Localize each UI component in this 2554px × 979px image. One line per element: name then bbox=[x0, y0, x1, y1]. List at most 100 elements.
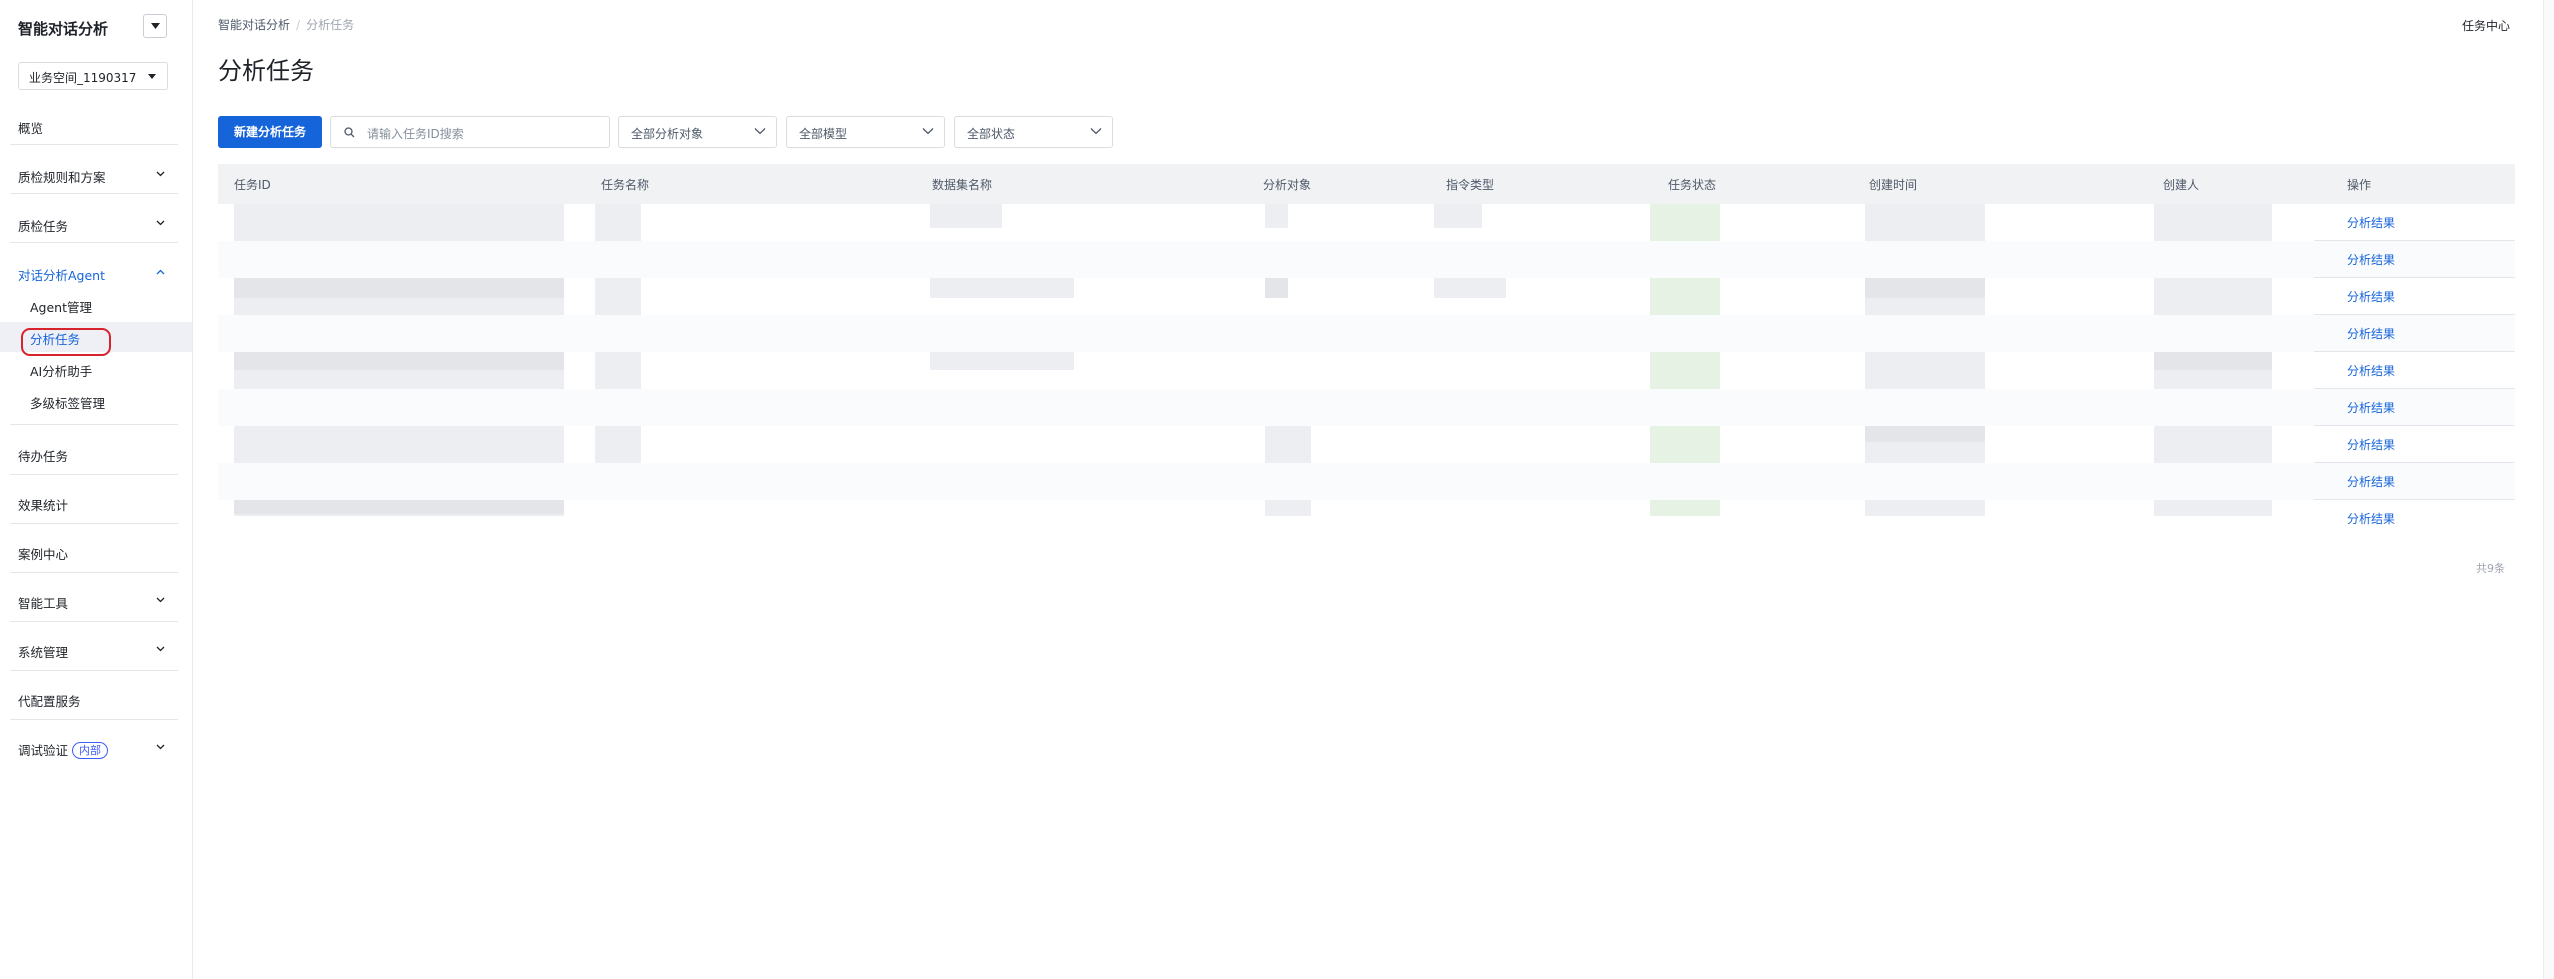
sidebar-divider bbox=[10, 424, 178, 425]
highlight-ring bbox=[21, 328, 111, 356]
sidebar-item-config-service[interactable]: 代配置服务 bbox=[0, 683, 192, 715]
table-row: 分析结果 bbox=[218, 278, 2515, 315]
sidebar-item-system[interactable]: 系统管理 bbox=[0, 634, 192, 666]
workspace-label: 业务空间_1190317 bbox=[29, 71, 137, 85]
sidebar-item-label: AI分析助手 bbox=[30, 364, 93, 379]
column-header: 操作 bbox=[2347, 178, 2372, 192]
analysis-result-link[interactable]: 分析结果 bbox=[2347, 473, 2395, 490]
model-value: 全部模型 bbox=[799, 127, 848, 141]
column-header: 任务ID bbox=[234, 178, 271, 192]
page-title: 分析任务 bbox=[218, 57, 314, 85]
sidebar-item-debug[interactable]: 调试验证 内部 bbox=[0, 732, 192, 764]
sidebar-item-todo[interactable]: 待办任务 bbox=[0, 438, 192, 470]
table-row: 分析结果 bbox=[218, 426, 2515, 463]
chevron-down-icon bbox=[754, 128, 766, 135]
sidebar-item-label: 系统管理 bbox=[18, 645, 69, 660]
analysis-result-link[interactable]: 分析结果 bbox=[2347, 399, 2395, 416]
analysis-result-link[interactable]: 分析结果 bbox=[2347, 288, 2395, 305]
sidebar-item-label: 多级标签管理 bbox=[30, 396, 106, 411]
chevron-up-icon bbox=[156, 269, 165, 275]
internal-badge: 内部 bbox=[72, 742, 109, 759]
sidebar-item-label-wrap: 调试验证 内部 bbox=[18, 740, 109, 759]
sidebar-item-label: 代配置服务 bbox=[18, 694, 81, 709]
app-title: 智能对话分析 bbox=[18, 20, 109, 38]
sidebar-divider bbox=[10, 242, 178, 243]
sidebar-item-label: 待办任务 bbox=[18, 449, 69, 464]
sidebar-divider bbox=[10, 523, 178, 524]
chevron-down-icon bbox=[156, 171, 165, 177]
sidebar-item-agent[interactable]: 对话分析Agent bbox=[0, 257, 192, 289]
analysis-result-link[interactable]: 分析结果 bbox=[2347, 436, 2395, 453]
column-header: 数据集名称 bbox=[932, 178, 993, 192]
sidebar-item-stats[interactable]: 效果统计 bbox=[0, 487, 192, 519]
column-header: 任务名称 bbox=[601, 178, 650, 192]
search-input[interactable]: 请输入任务ID搜索 bbox=[330, 116, 610, 148]
chevron-down-icon bbox=[156, 744, 165, 750]
sidebar-item-agent-management[interactable]: Agent管理 bbox=[0, 290, 192, 320]
breadcrumb-current: 分析任务 bbox=[306, 18, 355, 32]
breadcrumb-root[interactable]: 智能对话分析 bbox=[218, 18, 290, 32]
sidebar-item-label: 概览 bbox=[18, 121, 44, 136]
column-header: 创建时间 bbox=[1869, 178, 1918, 192]
search-icon bbox=[344, 127, 355, 138]
sidebar-item-label: 对话分析Agent bbox=[18, 268, 105, 283]
app-root: 智能对话分析 业务空间_1190317 概览 质检规则和方案 质检任务 对话分析… bbox=[0, 0, 2554, 979]
sidebar-item-label: 效果统计 bbox=[18, 498, 69, 513]
analysis-result-link[interactable]: 分析结果 bbox=[2347, 325, 2395, 342]
column-header: 指令类型 bbox=[1446, 178, 1495, 192]
table-row: 分析结果 bbox=[218, 315, 2515, 352]
sidebar-divider bbox=[10, 193, 178, 194]
table-row: 分析结果 bbox=[218, 500, 2515, 537]
status-select[interactable]: 全部状态 bbox=[954, 116, 1113, 148]
sidebar-item-label: 智能工具 bbox=[18, 596, 69, 611]
chevron-down-icon bbox=[156, 646, 165, 652]
sidebar-divider bbox=[10, 621, 178, 622]
column-header: 分析对象 bbox=[1263, 178, 1312, 192]
sidebar-item-smart-tools[interactable]: 智能工具 bbox=[0, 585, 192, 617]
sidebar-item-label: Agent管理 bbox=[30, 300, 92, 315]
analysis-result-link[interactable]: 分析结果 bbox=[2347, 214, 2395, 231]
sidebar-item-ai-assistant[interactable]: AI分析助手 bbox=[0, 354, 192, 384]
model-select[interactable]: 全部模型 bbox=[786, 116, 945, 148]
sidebar-item-overview[interactable]: 概览 bbox=[0, 110, 192, 142]
table-row: 分析结果 bbox=[218, 204, 2515, 241]
breadcrumb: 智能对话分析 / 分析任务 bbox=[218, 16, 354, 33]
new-analysis-task-button[interactable]: 新建分析任务 bbox=[218, 116, 322, 148]
sidebar-collapse-button[interactable] bbox=[143, 14, 167, 38]
sidebar-item-rules[interactable]: 质检规则和方案 bbox=[0, 159, 192, 191]
sidebar-item-label: 调试验证 bbox=[18, 743, 69, 758]
sidebar: 智能对话分析 业务空间_1190317 概览 质检规则和方案 质检任务 对话分析… bbox=[0, 0, 193, 979]
table-row: 分析结果 bbox=[218, 241, 2515, 278]
table-header: 任务ID 任务名称 数据集名称 分析对象 指令类型 任务状态 创建时间 创建人 … bbox=[218, 164, 2515, 204]
sidebar-item-label: 案例中心 bbox=[18, 547, 69, 562]
caret-down-icon bbox=[148, 74, 156, 79]
caret-down-icon bbox=[151, 23, 160, 29]
analysis-result-link[interactable]: 分析结果 bbox=[2347, 510, 2395, 527]
status-value: 全部状态 bbox=[967, 127, 1016, 141]
sidebar-divider bbox=[10, 144, 178, 145]
task-center-link[interactable]: 任务中心 bbox=[2462, 17, 2510, 34]
workspace-select[interactable]: 业务空间_1190317 bbox=[18, 62, 168, 90]
page-scrollbar[interactable] bbox=[2543, 0, 2554, 979]
search-placeholder: 请输入任务ID搜索 bbox=[367, 127, 464, 141]
sidebar-divider bbox=[10, 572, 178, 573]
table-row: 分析结果 bbox=[218, 463, 2515, 500]
analysis-target-select[interactable]: 全部分析对象 bbox=[618, 116, 777, 148]
sidebar-item-tag-management[interactable]: 多级标签管理 bbox=[0, 386, 192, 416]
chevron-down-icon bbox=[1090, 128, 1102, 135]
chevron-down-icon bbox=[156, 220, 165, 226]
chevron-down-icon bbox=[922, 128, 934, 135]
sidebar-item-cases[interactable]: 案例中心 bbox=[0, 536, 192, 568]
sidebar-item-label: 质检任务 bbox=[18, 219, 69, 234]
sidebar-divider bbox=[10, 719, 178, 720]
sidebar-divider bbox=[10, 474, 178, 475]
sidebar-item-qc-tasks[interactable]: 质检任务 bbox=[0, 208, 192, 240]
column-header: 任务状态 bbox=[1668, 178, 1717, 192]
chevron-down-icon bbox=[156, 597, 165, 603]
breadcrumb-separator: / bbox=[296, 18, 301, 32]
analysis-result-link[interactable]: 分析结果 bbox=[2347, 251, 2395, 268]
analysis-target-value: 全部分析对象 bbox=[631, 127, 704, 141]
sidebar-item-label: 质检规则和方案 bbox=[18, 170, 106, 185]
analysis-result-link[interactable]: 分析结果 bbox=[2347, 362, 2395, 379]
column-header: 创建人 bbox=[2163, 178, 2200, 192]
